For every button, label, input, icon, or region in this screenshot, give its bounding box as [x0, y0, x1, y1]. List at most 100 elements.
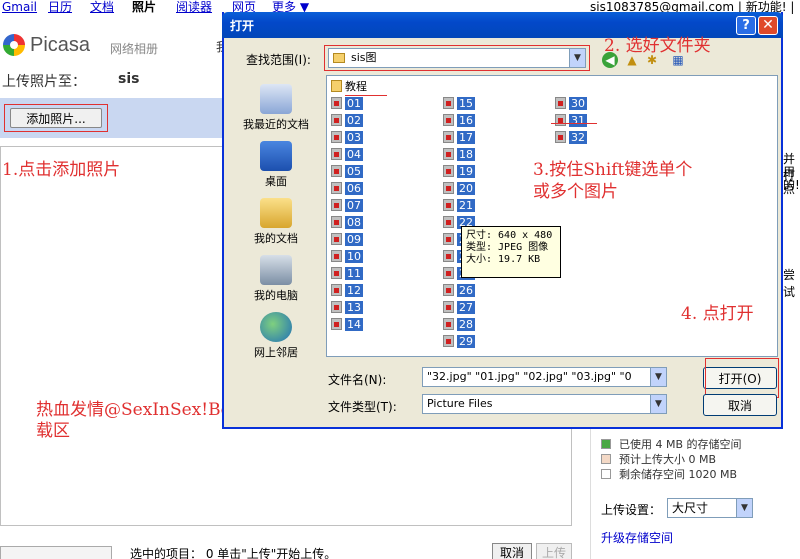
file-item[interactable]: 02: [331, 113, 363, 128]
file-item[interactable]: 27: [443, 300, 475, 315]
upload-size-select[interactable]: 大尺寸 ▼: [667, 498, 753, 518]
image-file-icon: [443, 148, 454, 160]
file-item[interactable]: 28: [443, 317, 475, 332]
annotation-step3-line2: 或多个图片: [533, 182, 618, 202]
image-file-icon: [555, 114, 566, 126]
network-icon: [260, 312, 292, 342]
file-item[interactable]: 06: [331, 181, 363, 196]
upload-button[interactable]: 上传: [536, 543, 572, 559]
image-file-icon: [443, 250, 454, 262]
highlight-box-open: [705, 358, 779, 398]
image-file-icon: [443, 131, 454, 143]
upgrade-storage-link[interactable]: 升级存储空间: [601, 529, 673, 546]
annotation-step3-line1: 3.按住Shift键选单个: [533, 160, 693, 180]
storage-panel: 已使用 4 MB 的存储空间 预计上传大小 0 MB 剩余储存空间 1020 M…: [590, 425, 800, 559]
place-my-computer[interactable]: 我的电脑: [236, 255, 316, 302]
file-item[interactable]: 18: [443, 147, 475, 162]
close-icon[interactable]: ✕: [758, 16, 778, 35]
annotation-step4: 4. 点打开: [681, 304, 754, 324]
file-item[interactable]: 08: [331, 215, 363, 230]
my-computer-icon: [260, 255, 292, 285]
cancel-upload-button[interactable]: 取消: [492, 543, 532, 559]
nav-calendar[interactable]: 日历: [48, 0, 72, 14]
place-network[interactable]: 网上邻居: [236, 312, 316, 359]
file-item[interactable]: 03: [331, 130, 363, 145]
image-file-icon: [443, 267, 454, 279]
file-tooltip: 尺寸: 640 x 480 类型: JPEG 图像 大小: 19.7 KB: [461, 226, 561, 278]
desktop-icon: [260, 141, 292, 171]
annotation-step2: 2. 选好文件夹: [604, 36, 711, 56]
remaining-swatch: [601, 469, 611, 479]
folder-item[interactable]: 教程: [331, 79, 367, 94]
file-item[interactable]: 13: [331, 300, 363, 315]
file-item[interactable]: 04: [331, 147, 363, 162]
estimated-swatch: [601, 454, 611, 464]
image-file-icon: [331, 199, 342, 211]
dialog-cancel-button[interactable]: 取消: [703, 394, 777, 416]
place-desktop[interactable]: 桌面: [236, 141, 316, 188]
open-file-dialog: 打开 ? ✕ 查找范围(I): sis图 ▼ ◀ ▲ ✱ ▦ 我最近的文档 桌面…: [222, 12, 783, 429]
file-list[interactable]: 教程 01 02 03 04 05 06 07 08 09 10 11 12 13 14 15 16 17 18…: [326, 75, 778, 357]
file-item[interactable]: 10: [331, 249, 363, 264]
nav-gmail[interactable]: Gmail: [2, 0, 37, 14]
filetype-select[interactable]: Picture Files ▼: [422, 394, 667, 414]
brand-name: Picasa: [30, 34, 91, 56]
file-item[interactable]: 21: [443, 198, 475, 213]
file-item[interactable]: 30: [555, 96, 587, 111]
image-file-icon: [443, 199, 454, 211]
filename-input[interactable]: "32.jpg" "01.jpg" "02.jpg" "03.jpg" "0 ▼: [422, 367, 667, 387]
edge-text: 尝试: [783, 268, 796, 299]
image-file-icon: [331, 97, 342, 109]
file-item[interactable]: 20: [443, 181, 475, 196]
filename-label: 文件名(N):: [328, 373, 387, 387]
dialog-title: 打开: [230, 19, 255, 33]
chevron-down-icon[interactable]: ▼: [650, 395, 666, 413]
upload-to-label: 上传照片至：: [2, 74, 86, 90]
chevron-down-icon[interactable]: ▼: [650, 368, 666, 386]
image-file-icon: [443, 233, 454, 245]
file-item[interactable]: 19: [443, 164, 475, 179]
upload-setting-label: 上传设置：: [601, 503, 662, 517]
selection-status: 选中的项目： 0 单击"上传"开始上传。: [130, 547, 337, 559]
help-icon[interactable]: ?: [736, 16, 756, 35]
storage-remaining-row: 剩余储存空间 1020 MB: [601, 468, 737, 482]
file-item[interactable]: 01: [331, 96, 363, 111]
image-file-icon: [331, 131, 342, 143]
file-item[interactable]: 11: [331, 266, 363, 281]
place-my-documents[interactable]: 我的文档: [236, 198, 316, 245]
nav-reader[interactable]: 阅读器: [176, 0, 212, 14]
nav-docs[interactable]: 文档: [90, 0, 114, 14]
file-item[interactable]: 26: [443, 283, 475, 298]
highlight-box-folder: [324, 45, 590, 71]
file-item[interactable]: 31: [555, 113, 587, 128]
image-file-icon: [331, 284, 342, 296]
folder-icon: [331, 80, 342, 92]
brand-subtitle: 网络相册: [110, 42, 159, 56]
image-file-icon: [443, 216, 454, 228]
image-file-icon: [443, 97, 454, 109]
look-in-label: 查找范围(I):: [246, 53, 311, 67]
file-item[interactable]: 29: [443, 334, 475, 349]
my-documents-icon: [260, 198, 292, 228]
file-item[interactable]: 05: [331, 164, 363, 179]
image-file-icon: [331, 182, 342, 194]
file-item[interactable]: 09: [331, 232, 363, 247]
status-left-control[interactable]: [0, 546, 112, 559]
file-item[interactable]: 16: [443, 113, 475, 128]
place-recent[interactable]: 我最近的文档: [236, 84, 316, 131]
file-item[interactable]: 14: [331, 317, 363, 332]
chevron-down-icon[interactable]: ▼: [736, 499, 752, 517]
file-item[interactable]: 07: [331, 198, 363, 213]
file-item[interactable]: 32: [555, 130, 587, 145]
dialog-titlebar[interactable]: 打开 ? ✕: [222, 12, 783, 38]
file-item[interactable]: 17: [443, 130, 475, 145]
image-file-icon: [331, 165, 342, 177]
nav-photos[interactable]: 照片: [132, 0, 156, 14]
file-item[interactable]: 15: [443, 96, 475, 111]
annotation-underline: [551, 123, 597, 124]
file-item[interactable]: 12: [331, 283, 363, 298]
image-file-icon: [443, 301, 454, 313]
image-file-icon: [443, 335, 454, 347]
image-file-icon: [331, 114, 342, 126]
image-file-icon: [443, 114, 454, 126]
